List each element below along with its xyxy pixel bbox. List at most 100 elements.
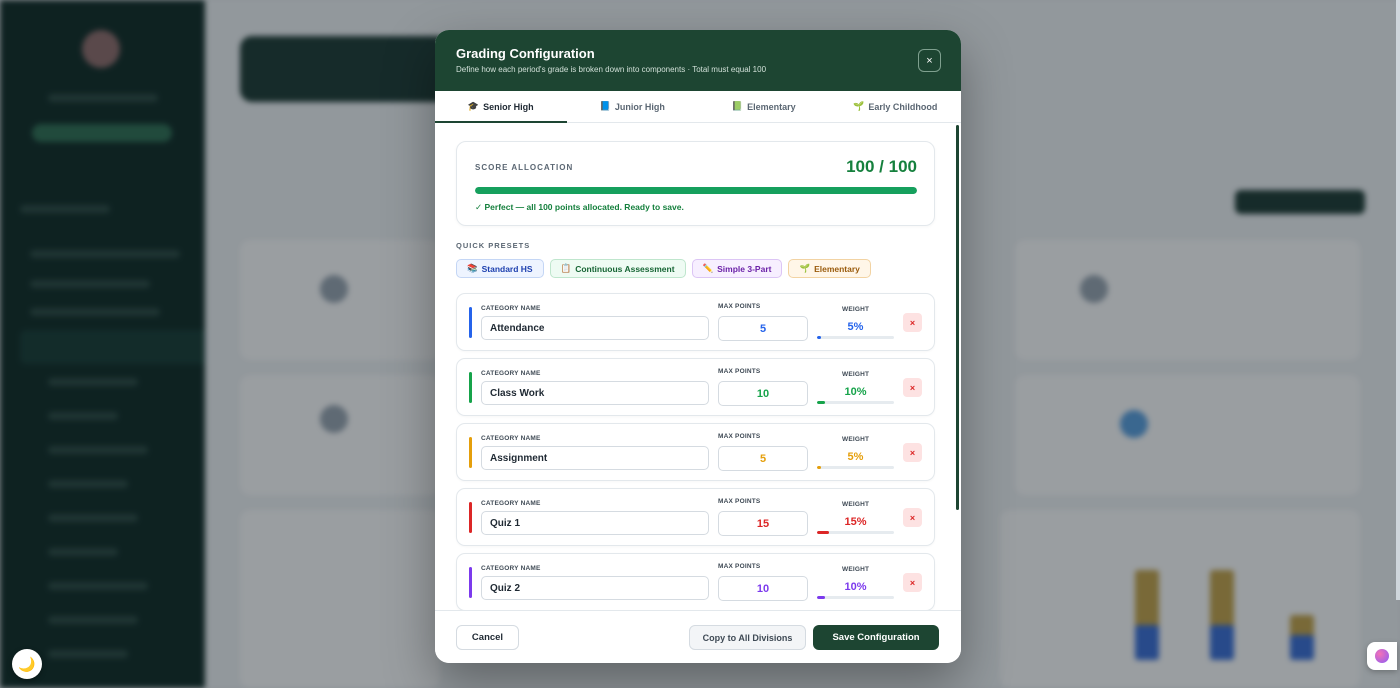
- preset-label: Simple 3-Part: [717, 263, 772, 274]
- modal-body: SCORE ALLOCATION 100 / 100 ✓ Perfect — a…: [435, 123, 961, 610]
- weight-bar: [817, 531, 894, 534]
- pencil-icon: ✏️: [702, 263, 714, 273]
- cancel-button[interactable]: Cancel: [456, 625, 519, 650]
- allocation-status-message: ✓ Perfect — all 100 points allocated. Re…: [475, 202, 684, 212]
- preset-elementary-button[interactable]: 🌱 Elementary: [788, 259, 871, 278]
- close-icon: ×: [909, 447, 916, 458]
- weight-label: WEIGHT: [842, 306, 870, 313]
- category-color-accent: [469, 372, 472, 403]
- close-icon: ×: [909, 577, 916, 588]
- page-scrollbar[interactable]: [1396, 0, 1400, 600]
- category-row: CATEGORY NAME MAX POINTS WEIGHT 5% ×: [456, 293, 935, 351]
- category-name-label: CATEGORY NAME: [481, 305, 541, 312]
- category-name-input[interactable]: [481, 576, 709, 600]
- category-row: CATEGORY NAME MAX POINTS WEIGHT 10% ×: [456, 358, 935, 416]
- blue-book-icon: 📘: [599, 101, 611, 111]
- brain-icon: [1375, 649, 1389, 663]
- modal-title: Grading Configuration: [456, 46, 595, 61]
- tab-elementary[interactable]: 📗 Elementary: [698, 91, 830, 122]
- category-color-accent: [469, 437, 472, 468]
- quick-presets-label: QUICK PRESETS: [456, 241, 531, 250]
- weight-value: 10%: [844, 581, 867, 593]
- max-points-input[interactable]: [718, 316, 808, 341]
- preset-standard-hs-button[interactable]: 📚 Standard HS: [456, 259, 544, 278]
- weight-label: WEIGHT: [842, 566, 870, 573]
- preset-continuous-assessment-button[interactable]: 📋 Continuous Assessment: [549, 259, 686, 278]
- weight-value: 5%: [847, 321, 864, 333]
- preset-label: Elementary: [814, 263, 860, 274]
- grading-configuration-modal: Grading Configuration Define how each pe…: [435, 30, 961, 663]
- seedling-icon: 🌱: [799, 263, 811, 273]
- weight-label: WEIGHT: [842, 371, 870, 378]
- category-name-label: CATEGORY NAME: [481, 565, 541, 572]
- tab-senior-high[interactable]: 🎓 Senior High: [435, 91, 567, 123]
- delete-category-button[interactable]: ×: [903, 313, 922, 332]
- category-name-input[interactable]: [481, 511, 709, 535]
- max-points-label: MAX POINTS: [718, 303, 761, 310]
- close-icon: ×: [909, 512, 916, 523]
- tab-label: Senior High: [483, 101, 534, 112]
- tab-junior-high[interactable]: 📘 Junior High: [567, 91, 699, 122]
- weight-bar: [817, 401, 894, 404]
- max-points-label: MAX POINTS: [718, 498, 761, 505]
- weight-value: 10%: [844, 386, 867, 398]
- category-color-accent: [469, 502, 472, 533]
- max-points-label: MAX POINTS: [718, 433, 761, 440]
- close-icon: ×: [926, 54, 933, 67]
- max-points-input[interactable]: [718, 446, 808, 471]
- moon-icon: 🌙: [18, 655, 36, 672]
- weight-label: WEIGHT: [842, 436, 870, 443]
- save-configuration-button[interactable]: Save Configuration: [813, 625, 939, 650]
- max-points-input[interactable]: [718, 511, 808, 536]
- copy-to-all-divisions-button[interactable]: Copy to All Divisions: [689, 625, 806, 650]
- category-row: CATEGORY NAME MAX POINTS WEIGHT 15% ×: [456, 488, 935, 546]
- weight-bar-fill: [817, 401, 825, 404]
- max-points-input[interactable]: [718, 576, 808, 601]
- division-tabs: 🎓 Senior High 📘 Junior High 📗 Elementary…: [435, 91, 961, 123]
- category-color-accent: [469, 307, 472, 338]
- tab-label: Elementary: [747, 101, 796, 112]
- modal-footer: Cancel Copy to All Divisions Save Config…: [435, 610, 961, 663]
- max-points-input[interactable]: [718, 381, 808, 406]
- quick-presets: 📚 Standard HS 📋 Continuous Assessment ✏️…: [456, 259, 935, 278]
- weight-bar-fill: [817, 336, 821, 339]
- category-name-input[interactable]: [481, 316, 709, 340]
- close-icon: ×: [909, 317, 916, 328]
- weight-bar: [817, 336, 894, 339]
- delete-category-button[interactable]: ×: [903, 573, 922, 592]
- weight-bar: [817, 466, 894, 469]
- score-allocation-total: 100 / 100: [846, 157, 917, 176]
- tab-early-childhood[interactable]: 🌱 Early Childhood: [830, 91, 962, 122]
- weight-bar: [817, 596, 894, 599]
- preset-label: Continuous Assessment: [575, 263, 675, 274]
- green-book-icon: 📗: [731, 101, 744, 111]
- delete-category-button[interactable]: ×: [903, 443, 922, 462]
- category-name-input[interactable]: [481, 381, 709, 405]
- category-list: CATEGORY NAME MAX POINTS WEIGHT 5% × CAT…: [456, 293, 935, 610]
- modal-header: Grading Configuration Define how each pe…: [435, 30, 961, 91]
- category-color-accent: [469, 567, 472, 598]
- category-row: CATEGORY NAME MAX POINTS WEIGHT 10% ×: [456, 553, 935, 610]
- clipboard-icon: 📋: [560, 263, 572, 273]
- theme-toggle-button[interactable]: 🌙: [12, 649, 42, 679]
- close-button[interactable]: ×: [918, 49, 941, 72]
- allocation-progress-fill: [475, 187, 917, 194]
- weight-value: 5%: [847, 451, 864, 463]
- tab-label: Junior High: [614, 101, 665, 112]
- category-name-input[interactable]: [481, 446, 709, 470]
- max-points-label: MAX POINTS: [718, 563, 761, 570]
- tab-label: Early Childhood: [868, 101, 938, 112]
- weight-bar-fill: [817, 531, 829, 534]
- assistant-launcher-button[interactable]: [1367, 642, 1397, 670]
- close-icon: ×: [909, 382, 916, 393]
- allocation-progress-bar: [475, 187, 917, 194]
- category-name-label: CATEGORY NAME: [481, 435, 541, 442]
- max-points-label: MAX POINTS: [718, 368, 761, 375]
- graduation-cap-icon: 🎓: [467, 101, 480, 111]
- delete-category-button[interactable]: ×: [903, 508, 922, 527]
- preset-simple-3-part-button[interactable]: ✏️ Simple 3-Part: [691, 259, 783, 278]
- delete-category-button[interactable]: ×: [903, 378, 922, 397]
- seedling-icon: 🌱: [853, 101, 865, 111]
- weight-bar-fill: [817, 466, 821, 469]
- category-name-label: CATEGORY NAME: [481, 370, 541, 377]
